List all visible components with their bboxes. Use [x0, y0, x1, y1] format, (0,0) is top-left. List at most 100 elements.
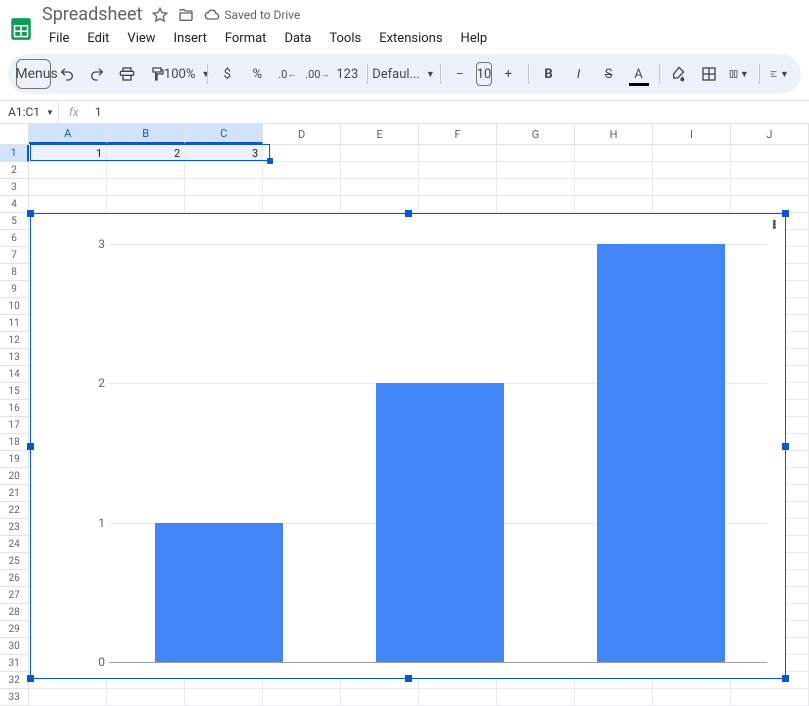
- row-header-5[interactable]: 5: [0, 213, 29, 230]
- cell-B2[interactable]: [107, 162, 185, 179]
- row-header-22[interactable]: 22: [0, 502, 29, 519]
- cell-F2[interactable]: [419, 162, 497, 179]
- cloud-status[interactable]: Saved to Drive: [204, 7, 300, 23]
- menu-help[interactable]: Help: [454, 27, 495, 50]
- undo-button[interactable]: [53, 60, 81, 88]
- row-header-1[interactable]: 1: [0, 145, 29, 162]
- row-header-17[interactable]: 17: [0, 417, 29, 434]
- cell-H2[interactable]: [575, 162, 653, 179]
- bold-button[interactable]: B: [535, 60, 563, 88]
- menu-insert[interactable]: Insert: [167, 27, 214, 50]
- decrease-decimal-button[interactable]: .0←: [273, 60, 301, 88]
- increase-decimal-button[interactable]: .00→: [303, 60, 331, 88]
- font-size-input[interactable]: 10: [476, 62, 493, 86]
- cell-D2[interactable]: [263, 162, 341, 179]
- row-header-7[interactable]: 7: [0, 247, 29, 264]
- row-header-6[interactable]: 6: [0, 230, 29, 247]
- cell-D3[interactable]: [263, 179, 341, 196]
- row-header-11[interactable]: 11: [0, 315, 29, 332]
- chart-bar[interactable]: [155, 523, 283, 662]
- col-header-A[interactable]: A: [29, 124, 107, 144]
- menu-edit[interactable]: Edit: [80, 27, 116, 50]
- col-header-F[interactable]: F: [419, 124, 497, 144]
- menu-data[interactable]: Data: [277, 27, 318, 50]
- cell-B33[interactable]: [107, 689, 185, 706]
- row-header-30[interactable]: 30: [0, 638, 29, 655]
- cell-A33[interactable]: [29, 689, 107, 706]
- row-header-4[interactable]: 4: [0, 196, 29, 213]
- cell-D4[interactable]: [263, 196, 341, 213]
- cell-H33[interactable]: [575, 689, 653, 706]
- row-header-16[interactable]: 16: [0, 400, 29, 417]
- row-header-27[interactable]: 27: [0, 587, 29, 604]
- cell-J1[interactable]: [731, 145, 809, 162]
- cell-J4[interactable]: [731, 196, 809, 213]
- col-header-D[interactable]: D: [263, 124, 341, 144]
- cell-F1[interactable]: [419, 145, 497, 162]
- cell-C33[interactable]: [185, 689, 263, 706]
- strike-button[interactable]: S: [595, 60, 623, 88]
- cell-I1[interactable]: [653, 145, 731, 162]
- cell-C4[interactable]: [185, 196, 263, 213]
- text-color-button[interactable]: A: [625, 60, 653, 88]
- doc-title[interactable]: Spreadsheet: [42, 4, 142, 25]
- menu-file[interactable]: File: [42, 27, 76, 50]
- font-select[interactable]: Defaul...▼: [374, 60, 434, 88]
- selection-handle[interactable]: [267, 158, 273, 164]
- fill-color-button[interactable]: [665, 60, 693, 88]
- row-header-20[interactable]: 20: [0, 468, 29, 485]
- col-header-J[interactable]: J: [731, 124, 809, 144]
- cell-G3[interactable]: [497, 179, 575, 196]
- spreadsheet-grid[interactable]: ABCDEFGHIJ 11232345678910111213141516171…: [0, 124, 809, 706]
- col-header-G[interactable]: G: [497, 124, 575, 144]
- row-header-18[interactable]: 18: [0, 434, 29, 451]
- row-header-33[interactable]: 33: [0, 689, 29, 706]
- cell-A1[interactable]: 1: [29, 145, 107, 162]
- cell-A2[interactable]: [29, 162, 107, 179]
- cell-B3[interactable]: [107, 179, 185, 196]
- cell-I33[interactable]: [653, 689, 731, 706]
- row-header-23[interactable]: 23: [0, 519, 29, 536]
- align-button[interactable]: ▼: [765, 60, 793, 88]
- cell-E1[interactable]: [341, 145, 419, 162]
- cell-D33[interactable]: [263, 689, 341, 706]
- cell-J33[interactable]: [731, 689, 809, 706]
- row-header-3[interactable]: 3: [0, 179, 29, 196]
- cell-C1[interactable]: 3: [185, 145, 263, 162]
- cell-G4[interactable]: [497, 196, 575, 213]
- increase-font-button[interactable]: +: [494, 60, 522, 88]
- row-header-15[interactable]: 15: [0, 383, 29, 400]
- menu-tools[interactable]: Tools: [322, 27, 368, 50]
- formula-value[interactable]: 1: [89, 105, 102, 119]
- cell-G2[interactable]: [497, 162, 575, 179]
- number-format-button[interactable]: 123: [333, 60, 361, 88]
- cell-D1[interactable]: [263, 145, 341, 162]
- row-header-31[interactable]: 31: [0, 655, 29, 672]
- select-all-corner[interactable]: [0, 124, 29, 144]
- cell-C2[interactable]: [185, 162, 263, 179]
- cell-F4[interactable]: [419, 196, 497, 213]
- row-header-29[interactable]: 29: [0, 621, 29, 638]
- cell-E2[interactable]: [341, 162, 419, 179]
- cell-H4[interactable]: [575, 196, 653, 213]
- col-header-B[interactable]: B: [107, 124, 185, 144]
- row-header-32[interactable]: 32: [0, 672, 29, 689]
- chart-bar[interactable]: [597, 244, 725, 662]
- redo-button[interactable]: [83, 60, 111, 88]
- row-header-13[interactable]: 13: [0, 349, 29, 366]
- row-header-8[interactable]: 8: [0, 264, 29, 281]
- cell-E33[interactable]: [341, 689, 419, 706]
- borders-button[interactable]: [695, 60, 723, 88]
- cell-I4[interactable]: [653, 196, 731, 213]
- cell-B1[interactable]: 2: [107, 145, 185, 162]
- row-header-26[interactable]: 26: [0, 570, 29, 587]
- row-header-19[interactable]: 19: [0, 451, 29, 468]
- row-header-24[interactable]: 24: [0, 536, 29, 553]
- cell-I3[interactable]: [653, 179, 731, 196]
- chart-menu-icon[interactable]: •••: [772, 220, 777, 229]
- move-icon[interactable]: [178, 7, 194, 23]
- cell-E3[interactable]: [341, 179, 419, 196]
- row-header-9[interactable]: 9: [0, 281, 29, 298]
- star-icon[interactable]: [152, 7, 168, 23]
- cell-J2[interactable]: [731, 162, 809, 179]
